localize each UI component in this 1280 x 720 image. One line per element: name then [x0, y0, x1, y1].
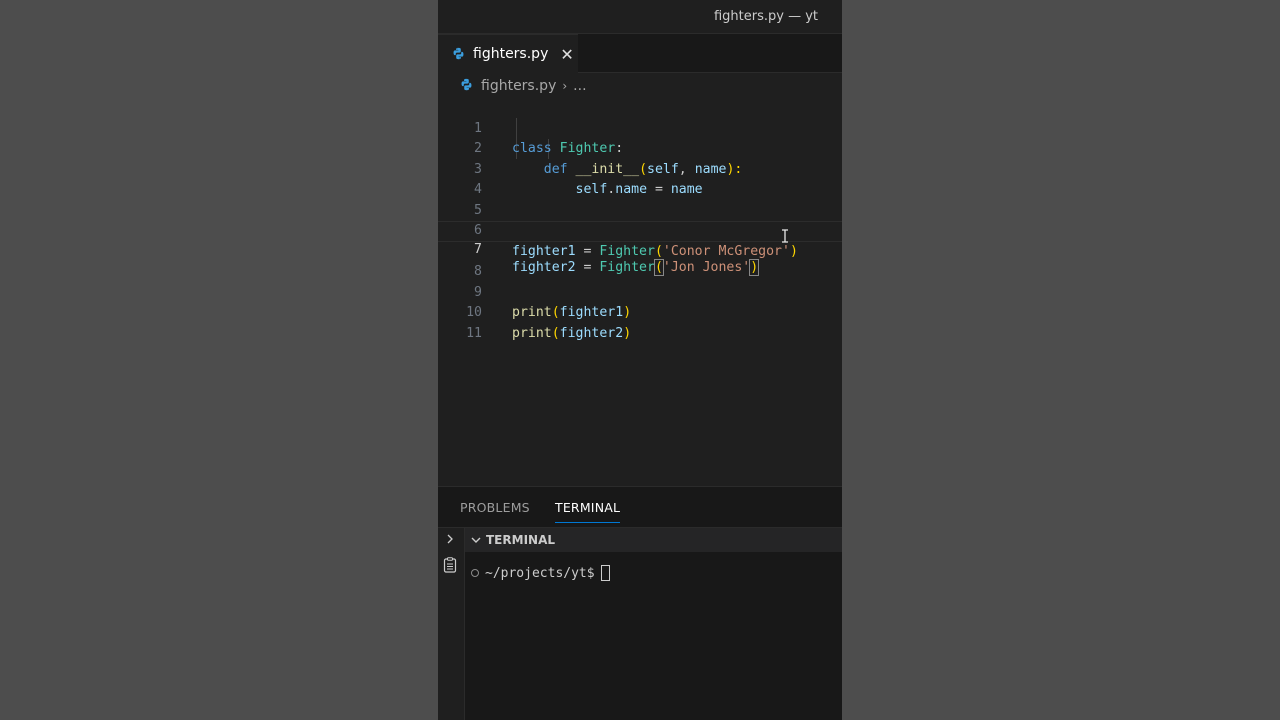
code-line[interactable]: 11 — [438, 303, 842, 341]
code-line[interactable]: 5 — [438, 180, 842, 218]
breadcrumb-file[interactable]: fighters.py — [481, 78, 556, 94]
editor-window: fighters.py — yt fighters.py ✕ fighters.… — [438, 0, 842, 720]
code-line[interactable]: 3 self.name = name — [438, 139, 842, 198]
python-icon — [460, 78, 473, 95]
python-icon — [452, 45, 465, 64]
terminal-cursor — [600, 565, 610, 581]
window-title: fighters.py — yt — [713, 9, 818, 24]
terminal-sidebar — [438, 528, 465, 720]
tab-fighters-py[interactable]: fighters.py ✕ — [438, 34, 578, 73]
tab-bar: fighters.py ✕ — [438, 34, 842, 73]
list-icon[interactable] — [443, 557, 457, 573]
tab-problems[interactable]: PROBLEMS — [460, 500, 530, 515]
terminal-header-label: TERMINAL — [486, 533, 556, 547]
code-line[interactable]: 1 class Fighter: — [438, 98, 842, 157]
code-line[interactable]: 8 — [438, 242, 842, 279]
prompt-text: ~/projects/yt$ — [485, 565, 595, 581]
text-cursor-icon — [782, 229, 788, 243]
code-editor[interactable]: 1 class Fighter: 2 def __init__(self, na… — [438, 98, 842, 486]
circle-icon — [471, 569, 479, 577]
code-line[interactable]: 6 fighter1 = Fighter('Conor McGregor') — [438, 201, 842, 259]
code-line[interactable]: 10 print(fighter2) — [438, 283, 842, 341]
bottom-panel: PROBLEMS TERMINAL TERMINAL ~/projects/yt… — [438, 486, 842, 720]
tab-label: fighters.py — [473, 46, 549, 62]
code-line[interactable]: 4 — [438, 160, 842, 197]
terminal-prompt: ~/projects/yt$ — [485, 565, 610, 581]
breadcrumb: fighters.py › ... — [438, 73, 842, 99]
chevron-right-icon[interactable] — [445, 533, 455, 545]
code-line[interactable]: 2 def __init__(self, name): — [438, 119, 842, 177]
tab-terminal[interactable]: TERMINAL — [555, 500, 621, 523]
terminal-header[interactable]: TERMINAL — [465, 528, 842, 552]
code-line[interactable]: 9 print(fighter1) — [438, 262, 842, 321]
panel-tabs: PROBLEMS TERMINAL — [438, 487, 842, 528]
line-number: 11 — [466, 325, 482, 341]
title-bar: fighters.py — yt — [438, 0, 842, 34]
breadcrumb-more[interactable]: ... — [573, 78, 586, 94]
chevron-down-icon — [471, 537, 481, 543]
close-icon[interactable]: ✕ — [560, 45, 573, 64]
terminal[interactable]: ~/projects/yt$ — [465, 552, 842, 720]
chevron-right-icon: › — [562, 79, 568, 93]
